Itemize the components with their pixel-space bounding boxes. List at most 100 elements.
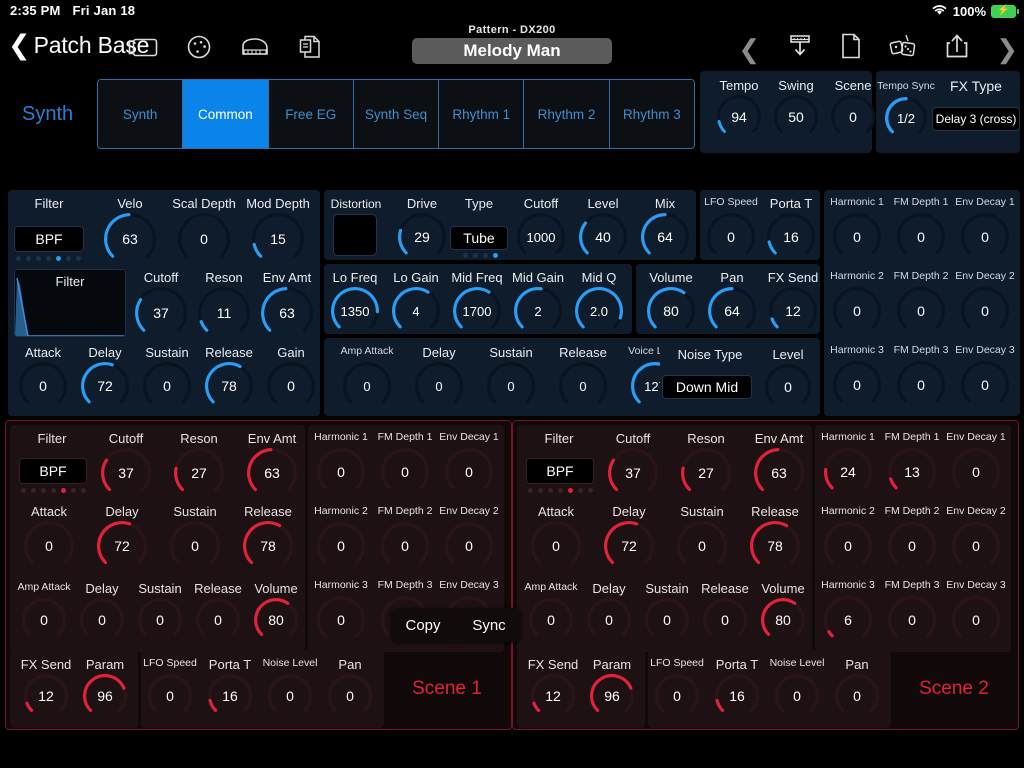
scene1-filter-dots[interactable] [21,488,86,493]
knob-pan[interactable]: 0 [327,673,373,719]
knob-attack[interactable]: 0 [18,361,68,411]
distortion-toggle[interactable] [333,214,377,256]
scene1-filter-selector[interactable]: BPF [19,458,87,484]
fx-type-selector[interactable]: Delay 3 (cross) [932,107,1020,131]
knob-env-decay-3[interactable]: 0 [951,595,1001,645]
knob-param[interactable]: 96 [82,673,128,719]
page-dot[interactable] [473,253,478,258]
knob-fx-send[interactable]: 12 [530,673,576,719]
knob-env-decay-1[interactable]: 0 [951,447,1001,497]
window-icon[interactable] [128,35,158,59]
knob-amp-attack[interactable]: 0 [21,597,67,643]
knob-harmonic-1[interactable]: 0 [832,212,882,262]
page-dot[interactable] [46,256,51,261]
page-dot[interactable] [61,488,66,493]
knob-attack[interactable]: 0 [23,520,75,572]
knob-volume[interactable]: 80 [646,286,696,336]
knob-env-decay-1[interactable]: 0 [444,447,494,497]
knob-release[interactable]: 0 [195,597,241,643]
knob-fm-depth-3[interactable]: 0 [887,595,937,645]
tab-rhythm-2[interactable]: Rhythm 2 [524,80,610,148]
filter-type-dots[interactable] [16,256,81,261]
knob-level[interactable]: 40 [578,212,628,262]
share-icon[interactable] [944,32,970,65]
knob-pan[interactable]: 64 [707,286,757,336]
knob-amp-attack[interactable]: 0 [528,597,574,643]
pattern-name-button[interactable]: Melody Man [412,38,612,64]
next-patch-button[interactable]: ❯ [996,36,1018,62]
page-dot[interactable] [548,488,553,493]
knob-delay[interactable]: 0 [414,361,464,411]
knob-harmonic-3[interactable]: 0 [316,595,366,645]
knob-fm-depth-1[interactable]: 0 [896,212,946,262]
knob-delay[interactable]: 72 [96,520,148,572]
knob-mid-freq[interactable]: 1700 [452,286,502,336]
page-dot[interactable] [493,253,498,258]
knob-lfo-speed[interactable]: 0 [706,212,756,262]
knob-env-decay-2[interactable]: 0 [951,521,1001,571]
knob-harmonic-2[interactable]: 0 [823,521,873,571]
tab-rhythm-3[interactable]: Rhythm 3 [609,80,694,148]
download-icon[interactable] [786,32,814,65]
scene2-filter-dots[interactable] [528,488,593,493]
page-dot[interactable] [463,253,468,258]
knob-reson[interactable]: 27 [680,447,732,499]
knob-swing[interactable]: 50 [773,94,819,140]
filter-type-selector[interactable]: BPF [14,226,84,252]
knob-pan[interactable]: 0 [834,673,880,719]
knob-delay[interactable]: 72 [80,361,130,411]
knob-porta-t[interactable]: 16 [714,673,760,719]
copy-document-icon[interactable] [298,34,322,60]
knob-cutoff[interactable]: 37 [607,447,659,499]
knob-release[interactable]: 78 [242,520,294,572]
knob-sustain[interactable]: 0 [486,361,536,411]
page-dot[interactable] [71,488,76,493]
knob-env-decay-2[interactable]: 0 [444,521,494,571]
page-dot[interactable] [578,488,583,493]
knob-env-decay-2[interactable]: 0 [960,286,1010,336]
tab-synth-seq[interactable]: Synth Seq [353,80,440,148]
knob-mid-gain[interactable]: 2 [513,286,563,336]
knob-cutoff[interactable]: 37 [100,447,152,499]
dist-type-dots[interactable] [463,253,498,258]
knob-harmonic-1[interactable]: 0 [316,447,366,497]
knob-noise-level[interactable]: 0 [267,673,313,719]
page-dot[interactable] [31,488,36,493]
knob-sustain[interactable]: 0 [137,597,183,643]
knob-env-amt[interactable]: 63 [260,286,314,340]
knob-sustain[interactable]: 0 [169,520,221,572]
knob-sustain[interactable]: 0 [644,597,690,643]
knob-fm-depth-2[interactable]: 0 [380,521,430,571]
knob-delay[interactable]: 0 [79,597,125,643]
knob-harmonic-3[interactable]: 0 [832,360,882,410]
knob-lo-gain[interactable]: 4 [391,286,441,336]
sync-button[interactable]: Sync [457,608,521,642]
knob-env-decay-3[interactable]: 0 [960,360,1010,410]
knob-sustain[interactable]: 0 [142,361,192,411]
knob-level[interactable]: 0 [764,363,812,411]
knob-release[interactable]: 78 [749,520,801,572]
knob-release[interactable]: 0 [558,361,608,411]
scene2-filter-selector[interactable]: BPF [526,458,594,484]
page-dot[interactable] [36,256,41,261]
document-icon[interactable] [840,32,862,65]
knob-harmonic-2[interactable]: 0 [832,286,882,336]
knob-env-amt[interactable]: 63 [246,447,298,499]
knob-fx-send[interactable]: 12 [23,673,69,719]
knob-cutoff[interactable]: 37 [134,286,188,340]
knob-drive[interactable]: 29 [397,212,447,262]
dice-icon[interactable] [888,32,918,65]
knob-fm-depth-1[interactable]: 0 [380,447,430,497]
knob-lfo-speed[interactable]: 0 [654,673,700,719]
page-dot[interactable] [16,256,21,261]
knob-volume[interactable]: 80 [760,597,806,643]
palette-icon[interactable] [186,34,212,60]
knob-amp-attack[interactable]: 0 [342,361,392,411]
knob-release[interactable]: 0 [702,597,748,643]
noise-type-selector[interactable]: Down Mid [662,375,752,399]
knob-scene[interactable]: 0 [830,94,876,140]
knob-volume[interactable]: 80 [253,597,299,643]
knob-noise-level[interactable]: 0 [774,673,820,719]
page-dot[interactable] [26,256,31,261]
knob-gain[interactable]: 0 [266,361,316,411]
